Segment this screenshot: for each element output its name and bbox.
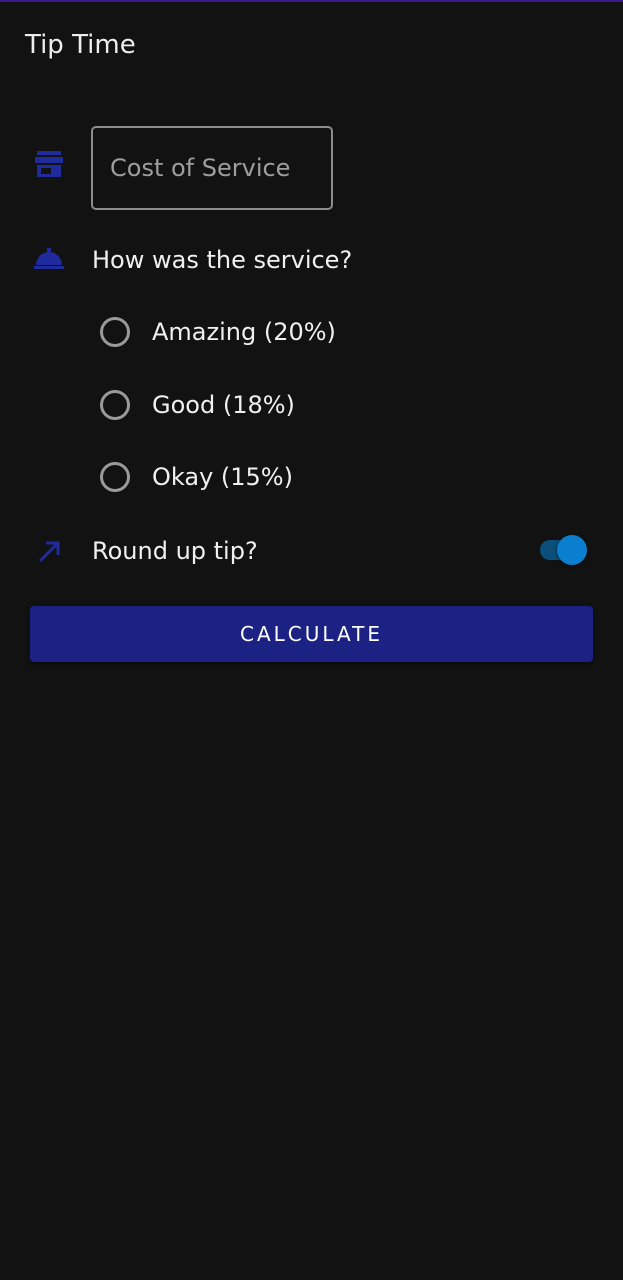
radio-option-amazing[interactable]: Amazing (20%) — [96, 302, 436, 362]
switch-thumb[interactable] — [557, 535, 587, 565]
round-up-label: Round up tip? — [92, 537, 258, 565]
service-question: How was the service? — [92, 246, 353, 274]
cost-of-service-input[interactable] — [110, 154, 331, 182]
radio-button-icon[interactable] — [100, 462, 130, 492]
radio-button-icon[interactable] — [100, 317, 130, 347]
storefront-icon — [30, 145, 68, 183]
room-service-icon — [30, 240, 68, 278]
round-up-switch[interactable] — [538, 532, 590, 568]
radio-option-okay[interactable]: Okay (15%) — [96, 447, 436, 507]
cost-of-service-field[interactable] — [91, 126, 333, 210]
radio-option-good[interactable]: Good (18%) — [96, 375, 436, 435]
radio-button-icon[interactable] — [100, 390, 130, 420]
round-up-arrow-icon — [30, 532, 68, 570]
app-title: Tip Time — [25, 30, 136, 60]
calculate-button[interactable]: CALCULATE — [30, 606, 593, 662]
radio-label: Good (18%) — [152, 391, 295, 419]
radio-label: Okay (15%) — [152, 463, 293, 491]
top-accent-bar — [0, 0, 623, 2]
tip-time-screen: Tip Time How was the service? Amazing (2… — [0, 0, 623, 1280]
radio-label: Amazing (20%) — [152, 318, 336, 346]
